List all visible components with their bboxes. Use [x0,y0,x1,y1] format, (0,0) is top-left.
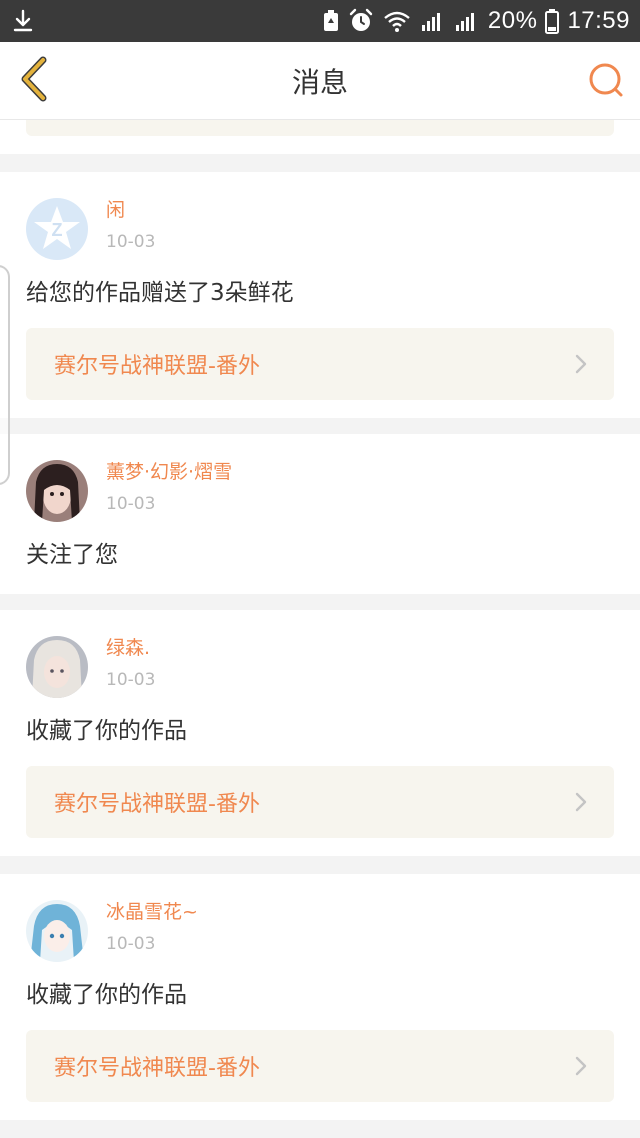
message-item: Z 闲 10-03 给您的作品赠送了3朵鲜花 赛尔号战神联盟-番外 [0,172,640,418]
alarm-icon [348,8,374,34]
message-date: 10-03 [106,670,156,690]
work-title: 赛尔号战神联盟-番外 [54,792,260,817]
message-item: 冰晶雪花~ 10-03 收藏了你的作品 赛尔号战神联盟-番外 [0,874,640,1120]
previous-card-remnant [0,120,640,154]
top-nav-bar: 消息 [0,42,640,120]
work-link[interactable]: 赛尔号战神联盟-番外 [26,1030,614,1102]
work-title: 赛尔号战神联盟-番外 [54,1056,260,1081]
battery-saver-icon [322,9,340,33]
message-item: 薰梦·幻影·熠雪 10-03 关注了您 [0,434,640,594]
message-date: 10-03 [106,494,156,514]
work-link[interactable]: 赛尔号战神联盟-番外 [26,766,614,838]
message-text: 关注了您 [26,542,118,568]
signal-4g-icon [454,9,480,33]
message-list[interactable]: Z 闲 10-03 给您的作品赠送了3朵鲜花 赛尔号战神联盟-番外 薰梦·幻影·… [0,120,640,1138]
message-text: 给您的作品赠送了3朵鲜花 [26,280,294,306]
search-button[interactable] [586,62,626,102]
chevron-right-icon [574,791,588,813]
message-date: 10-03 [106,934,156,954]
signal-icon [420,9,446,33]
clock: 17:59 [567,7,630,34]
edge-panel-handle[interactable] [0,265,10,485]
previous-work-link[interactable] [26,120,614,136]
avatar[interactable] [26,636,88,698]
chevron-right-icon [574,353,588,375]
username[interactable]: 薰梦·幻影·熠雪 [106,460,232,484]
username[interactable]: 冰晶雪花~ [106,900,198,924]
battery-icon [545,8,560,34]
message-text: 收藏了你的作品 [26,718,187,744]
search-icon [587,61,625,103]
work-title: 赛尔号战神联盟-番外 [54,354,260,379]
svg-text:Z: Z [52,220,63,240]
status-bar: 20% 17:59 [0,0,640,42]
avatar[interactable] [26,900,88,962]
avatar[interactable]: Z [26,198,88,260]
username[interactable]: 绿森. [106,636,155,660]
username[interactable]: 闲 [106,198,155,222]
message-item: 绿森. 10-03 收藏了你的作品 赛尔号战神联盟-番外 [0,610,640,856]
message-text: 收藏了你的作品 [26,982,187,1008]
wifi-icon [382,9,412,33]
work-link[interactable]: 赛尔号战神联盟-番外 [26,328,614,400]
page-title: 消息 [291,66,348,99]
message-date: 10-03 [106,232,156,252]
battery-percent: 20% [487,7,538,34]
download-icon [12,9,34,33]
avatar[interactable] [26,460,88,522]
chevron-right-icon [574,1055,588,1077]
